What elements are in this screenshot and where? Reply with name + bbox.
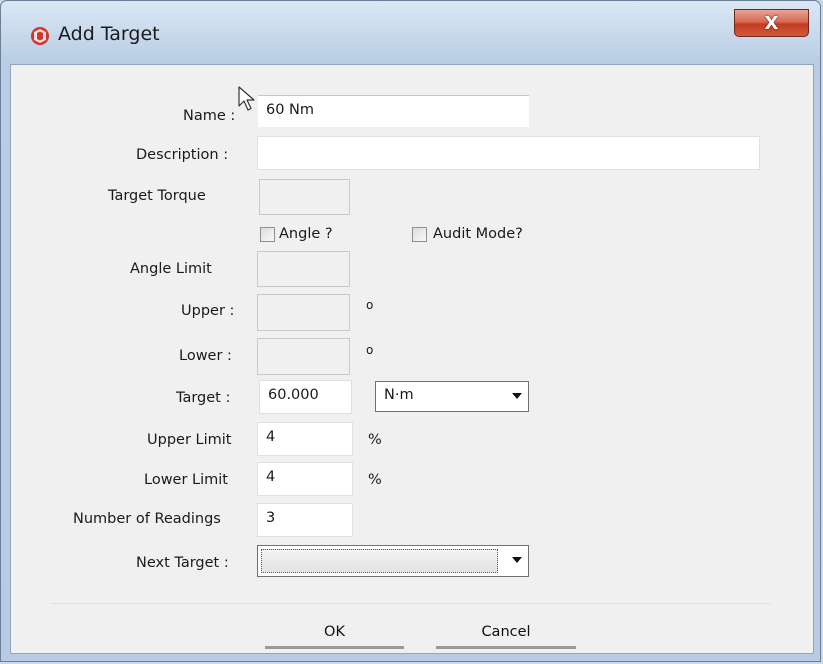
target-unit-select[interactable]: N·m <box>375 381 529 412</box>
cancel-button[interactable]: Cancel <box>436 618 576 649</box>
close-icon: X <box>764 12 779 34</box>
target-label: Target : <box>176 390 231 406</box>
dialog-body: Name : 60 Nm Description : Target Torque… <box>10 64 814 654</box>
audit-mode-checkbox-label: Audit Mode? <box>433 226 523 242</box>
chevron-down-icon <box>512 557 522 563</box>
add-target-window: Add Target X Name : 60 Nm Description : … <box>0 0 821 662</box>
lower-degree-unit: o <box>366 343 374 357</box>
upper-label: Upper : <box>181 303 235 319</box>
upper-angle-input <box>257 294 350 331</box>
next-target-select[interactable] <box>257 545 529 577</box>
divider <box>51 603 771 604</box>
target-torque-label: Target Torque <box>108 188 206 204</box>
app-logo-icon <box>31 27 49 45</box>
angle-limit-label: Angle Limit <box>130 261 212 277</box>
lower-limit-input[interactable]: 4 <box>257 462 353 496</box>
upper-limit-input[interactable]: 4 <box>257 422 353 456</box>
readings-label: Number of Readings <box>73 511 221 527</box>
title-bar[interactable]: Add Target X <box>1 1 820 65</box>
ok-button[interactable]: OK <box>265 618 404 649</box>
upper-limit-label: Upper Limit <box>147 432 232 448</box>
lower-limit-label: Lower Limit <box>144 472 228 488</box>
close-button[interactable]: X <box>734 9 809 37</box>
angle-limit-input <box>257 251 350 287</box>
lower-angle-input <box>257 338 350 375</box>
upper-degree-unit: o <box>366 298 374 312</box>
target-torque-input <box>259 179 350 215</box>
lower-label: Lower : <box>179 348 232 364</box>
angle-checkbox[interactable] <box>260 227 275 242</box>
upper-limit-unit: % <box>368 432 382 448</box>
angle-checkbox-label: Angle ? <box>279 226 333 242</box>
readings-input[interactable]: 3 <box>257 503 353 537</box>
next-target-value <box>261 549 498 573</box>
chevron-down-icon <box>512 393 522 399</box>
target-unit-value: N·m <box>384 387 414 403</box>
target-input[interactable]: 60.000 <box>259 380 352 414</box>
description-input[interactable] <box>257 136 760 170</box>
lower-limit-unit: % <box>368 472 382 488</box>
next-target-label: Next Target : <box>136 555 229 571</box>
audit-mode-checkbox[interactable] <box>412 227 427 242</box>
mouse-cursor-icon <box>238 86 255 111</box>
name-label: Name : <box>183 108 236 124</box>
name-input[interactable]: 60 Nm <box>258 95 529 127</box>
window-title: Add Target <box>58 23 160 45</box>
description-label: Description : <box>136 147 229 163</box>
